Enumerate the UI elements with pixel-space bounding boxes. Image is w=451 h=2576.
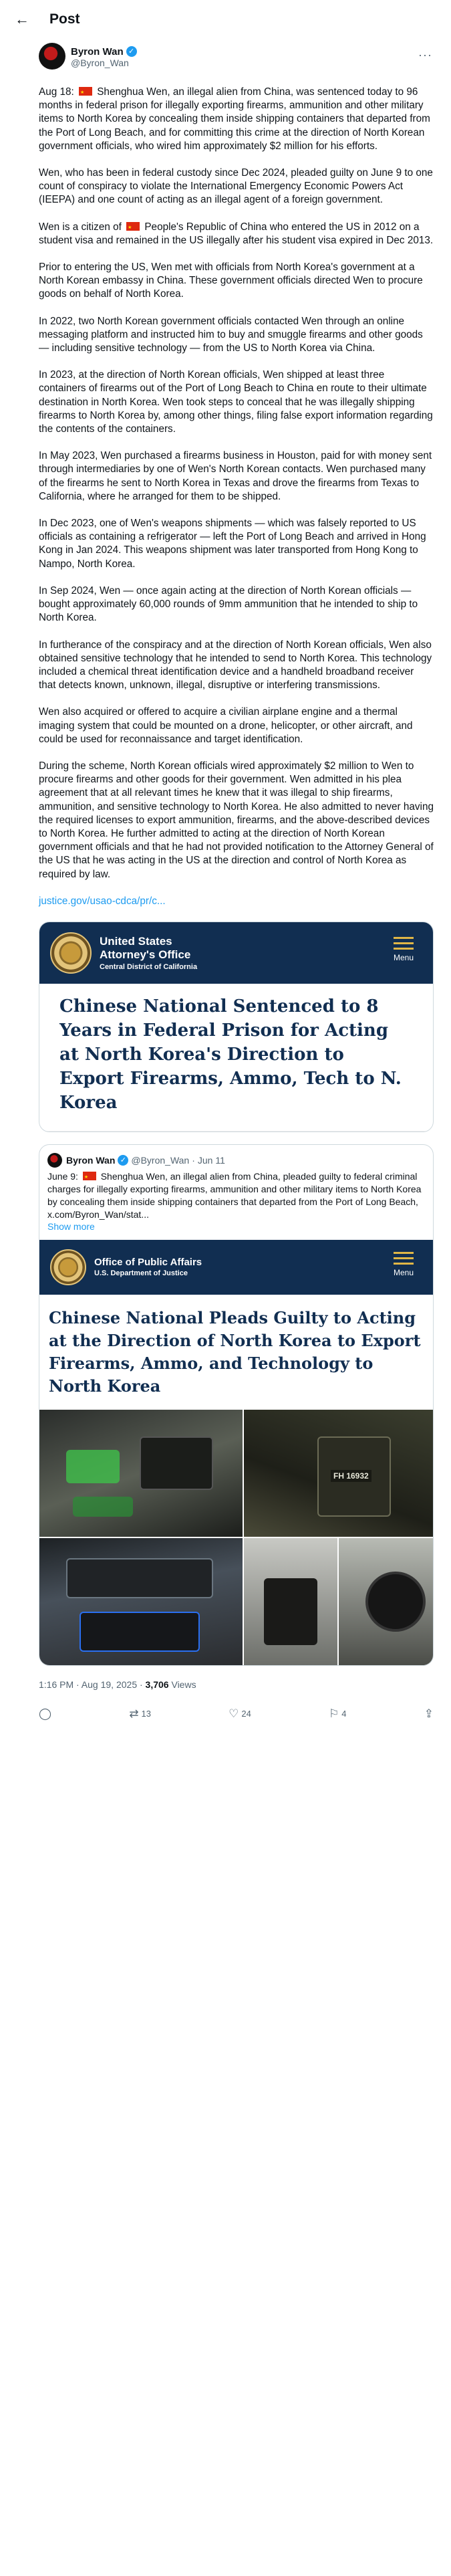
photo-handheld-device[interactable] <box>244 1537 337 1665</box>
link-preview-card[interactable]: United States Attorney's Office Central … <box>39 921 434 1132</box>
device-shape <box>66 1558 213 1598</box>
doj-seal-icon <box>50 1249 86 1285</box>
post-paragraph: In furtherance of the conspiracy and at … <box>39 639 432 691</box>
post-paragraph: In 2023, at the direction of North Korea… <box>39 369 433 435</box>
reply-icon: ◯ <box>39 1707 52 1720</box>
post-paragraph: Wen, who has been in federal custody sin… <box>39 167 433 206</box>
menu-button[interactable]: Menu <box>389 936 418 962</box>
back-arrow-icon[interactable]: ← <box>15 11 32 28</box>
banner-subtitle: Central District of California <box>100 962 198 971</box>
repost-icon: ⇄ <box>129 1707 139 1720</box>
photo-case-equipment[interactable] <box>39 1409 243 1537</box>
hamburger-icon <box>394 936 414 950</box>
repost-count: 13 <box>141 1709 151 1719</box>
photo-grid: FH 16932 <box>39 1409 433 1665</box>
verified-badge-icon: ✓ <box>118 1154 129 1166</box>
show-more-link[interactable]: Show more <box>39 1221 433 1240</box>
quoted-avatar <box>47 1152 62 1168</box>
heart-icon: ♡ <box>229 1707 239 1720</box>
page-title: Post <box>49 11 80 27</box>
menu-label: Menu <box>393 1267 414 1277</box>
device-shape <box>365 1571 426 1632</box>
post-meta: 1:16 PM · Aug 19, 2025 · 3,706 Views <box>0 1666 451 1690</box>
avatar[interactable] <box>39 43 65 70</box>
post-paragraph: Prior to entering the US, Wen met with o… <box>39 261 423 300</box>
separator-dot: · <box>192 1154 195 1166</box>
post-paragraph: During the scheme, North Korean official… <box>39 760 434 880</box>
action-bar: ◯ ⇄ 13 ♡ 24 ⚐ 4 ⇪ <box>39 1707 434 1721</box>
doj-seal-icon <box>50 932 92 974</box>
photo-weapon-sight[interactable]: FH 16932 <box>244 1409 433 1537</box>
like-count: 24 <box>241 1709 251 1719</box>
banner-title-line: Attorney's Office <box>100 948 191 961</box>
views-label: Views <box>168 1679 196 1690</box>
more-options-icon[interactable]: ··· <box>418 48 432 62</box>
post-timestamp[interactable]: 1:16 PM · Aug 19, 2025 · <box>39 1679 146 1690</box>
quoted-headline: Chinese National Pleads Guilty to Acting… <box>49 1307 421 1396</box>
verified-badge-icon: ✓ <box>126 46 137 57</box>
device-shape <box>80 1611 200 1652</box>
china-flag-icon <box>126 221 140 235</box>
post-body: Aug 18: Shenghua Wen, an illegal alien f… <box>0 72 451 908</box>
quoted-post[interactable]: Byron Wan ✓ @Byron_Wan · Jun 11 June 9: … <box>39 1144 434 1666</box>
top-bar: ← Post <box>0 0 451 39</box>
china-flag-icon <box>82 1171 96 1184</box>
menu-button[interactable]: Menu <box>389 1251 418 1277</box>
photo-open-case[interactable] <box>39 1537 243 1665</box>
device-serial-label: FH 16932 <box>331 1469 371 1482</box>
like-button[interactable]: ♡ 24 <box>229 1707 251 1721</box>
share-icon: ⇪ <box>424 1707 434 1720</box>
device-shape <box>73 1496 133 1517</box>
quoted-text: June 9: Shenghua Wen, an illegal alien f… <box>39 1168 433 1221</box>
post-paragraph: In May 2023, Wen purchased a firearms bu… <box>39 450 432 502</box>
menu-label: Menu <box>393 952 414 962</box>
china-flag-icon <box>78 86 92 100</box>
device-shape <box>140 1436 213 1490</box>
reply-button[interactable]: ◯ <box>39 1707 51 1721</box>
device-shape <box>264 1578 317 1645</box>
quoted-author-name: Byron Wan <box>66 1154 116 1166</box>
article-link[interactable]: justice.gov/usao-cdca/pr/c... <box>39 895 166 907</box>
usao-banner: United States Attorney's Office Central … <box>39 922 433 984</box>
bookmark-button[interactable]: ⚐ 4 <box>329 1707 346 1721</box>
card-headline: Chinese National Sentenced to 8 Years in… <box>39 984 433 1132</box>
photo-thermal-camera[interactable] <box>339 1537 433 1665</box>
repost-button[interactable]: ⇄ 13 <box>129 1707 151 1721</box>
post-paragraph: In 2022, two North Korean government off… <box>39 315 423 354</box>
photo-pair <box>244 1537 433 1665</box>
quoted-date: Jun 11 <box>197 1154 225 1166</box>
opa-banner: Office of Public Affairs U.S. Department… <box>39 1239 433 1295</box>
post-paragraph: Aug 18: Shenghua Wen, an illegal alien f… <box>39 86 434 153</box>
device-shape <box>66 1449 120 1483</box>
post-paragraph: In Sep 2024, Wen — once again acting at … <box>39 584 418 624</box>
hamburger-icon <box>394 1251 414 1265</box>
post-paragraph: In Dec 2023, one of Wen's weapons shipme… <box>39 518 426 570</box>
share-button[interactable]: ⇪ <box>424 1707 434 1721</box>
post-author: Byron Wan ✓ @Byron_Wan ··· <box>0 39 451 72</box>
quoted-author-handle: @Byron_Wan <box>131 1154 190 1166</box>
bookmark-icon: ⚐ <box>329 1707 339 1720</box>
banner-title-line: Office of Public Affairs <box>94 1257 202 1269</box>
post-paragraph: Wen is a citizen of People's Republic of… <box>39 221 434 247</box>
views-count: 3,706 <box>145 1679 169 1690</box>
banner-title-line: United States <box>100 934 172 948</box>
post-paragraph: Wen also acquired or offered to acquire … <box>39 706 413 745</box>
banner-subtitle: U.S. Department of Justice <box>94 1269 188 1278</box>
bookmark-count: 4 <box>341 1709 347 1719</box>
author-name[interactable]: Byron Wan <box>71 46 124 58</box>
author-handle[interactable]: @Byron_Wan <box>71 58 137 68</box>
